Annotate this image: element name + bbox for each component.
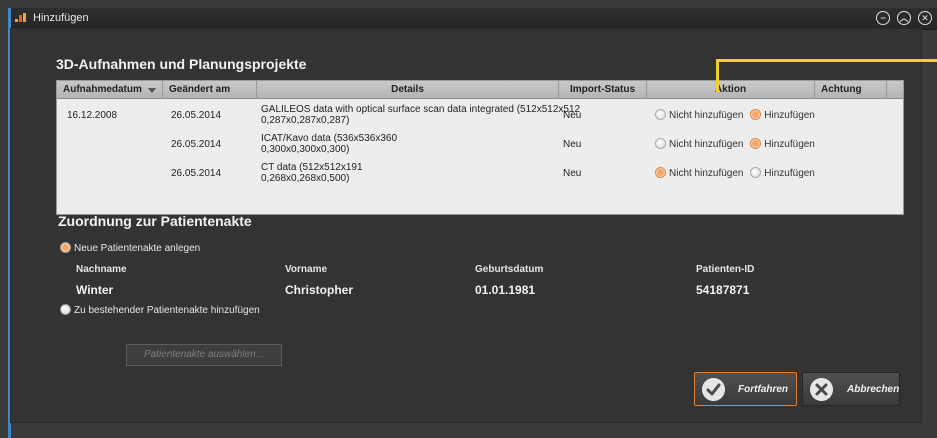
recordings-table: Aufnahmedatum Geändert am Details Import…: [56, 80, 904, 215]
cell-geaendert: 26.05.2014: [171, 139, 222, 150]
check-icon: [702, 378, 725, 401]
column-geaendert[interactable]: Geändert am: [163, 81, 257, 99]
close-icon[interactable]: ✕: [918, 11, 932, 25]
radio-add[interactable]: [750, 167, 762, 178]
radio-existing-record[interactable]: [60, 304, 71, 315]
radio-new-record[interactable]: [60, 242, 71, 253]
continue-label: Fortfahren: [738, 384, 788, 395]
value-vorname: Christopher: [285, 283, 354, 297]
cell-geaendert: 26.05.2014: [171, 168, 222, 179]
cancel-label: Abbrechen: [847, 384, 900, 395]
column-aufnahmedatum[interactable]: Aufnahmedatum: [57, 81, 163, 99]
radio-not-add[interactable]: [655, 109, 666, 120]
value-patienten-id: 54187871: [696, 283, 750, 297]
sort-down-icon: [148, 88, 156, 93]
continue-button[interactable]: Fortfahren: [694, 372, 797, 406]
table-header: Aufnahmedatum Geändert am Details Import…: [57, 81, 903, 99]
cancel-icon: [810, 378, 833, 401]
column-aktion[interactable]: Aktion: [647, 81, 815, 99]
cell-status: Neu: [563, 139, 582, 150]
header-vorname: Vorname: [285, 264, 328, 275]
cell-geaendert: 26.05.2014: [171, 110, 222, 121]
callout-line-vertical: [716, 60, 719, 92]
table-row[interactable]: 26.05.2014 ICAT/Kavo data (536x536x360 0…: [57, 130, 903, 159]
column-import-status[interactable]: Import-Status: [559, 81, 647, 99]
option-existing-record[interactable]: Zu bestehender Patientenakte hinzufügen: [60, 304, 260, 316]
select-record-button[interactable]: Patientenakte auswählen...: [126, 344, 282, 366]
header-patienten-id: Patienten-ID: [696, 264, 755, 275]
section-title-patient: Zuordnung zur Patientenakte: [58, 213, 252, 229]
header-geburtsdatum: Geburtsdatum: [475, 264, 544, 275]
callout-line-horizontal: [716, 59, 937, 62]
column-achtung[interactable]: Achtung: [815, 81, 887, 99]
app-icon: [15, 13, 26, 22]
radio-not-add[interactable]: [655, 167, 666, 178]
header-nachname: Nachname: [76, 264, 127, 275]
cell-aufnahmedatum: 16.12.2008: [67, 110, 118, 121]
value-geburtsdatum: 01.01.1981: [475, 283, 536, 297]
cell-details: GALILEOS data with optical surface scan …: [261, 104, 581, 126]
minimize-icon[interactable]: −: [876, 11, 890, 25]
cell-details: CT data (512x512x191 0,268x0,268x0,500): [261, 162, 363, 184]
window-title: Hinzufügen: [33, 12, 89, 24]
cell-aktion: Nicht hinzufügen Hinzufügen: [655, 109, 819, 121]
cell-status: Neu: [563, 168, 582, 179]
column-details[interactable]: Details: [257, 81, 559, 99]
radio-not-add[interactable]: [655, 138, 666, 149]
section-title-3d: 3D-Aufnahmen und Planungsprojekte: [56, 56, 307, 72]
radio-add[interactable]: [750, 138, 762, 149]
radio-add[interactable]: [750, 109, 762, 120]
maximize-icon[interactable]: ︿: [897, 11, 911, 25]
table-row[interactable]: 16.12.2008 26.05.2014 GALILEOS data with…: [57, 101, 903, 130]
cancel-button[interactable]: Abbrechen: [802, 372, 900, 406]
table-row[interactable]: 26.05.2014 CT data (512x512x191 0,268x0,…: [57, 159, 903, 188]
cell-details: ICAT/Kavo data (536x536x360 0,300x0,300x…: [261, 133, 398, 155]
cell-status: Neu: [563, 110, 582, 121]
value-nachname: Winter: [76, 283, 114, 297]
cell-aktion: Nicht hinzufügen Hinzufügen: [655, 138, 819, 150]
option-new-record[interactable]: Neue Patientenakte anlegen: [60, 242, 200, 254]
cell-aktion: Nicht hinzufügen Hinzufügen: [655, 167, 819, 179]
title-bar[interactable]: Hinzufügen − ︿ ✕: [11, 8, 937, 30]
